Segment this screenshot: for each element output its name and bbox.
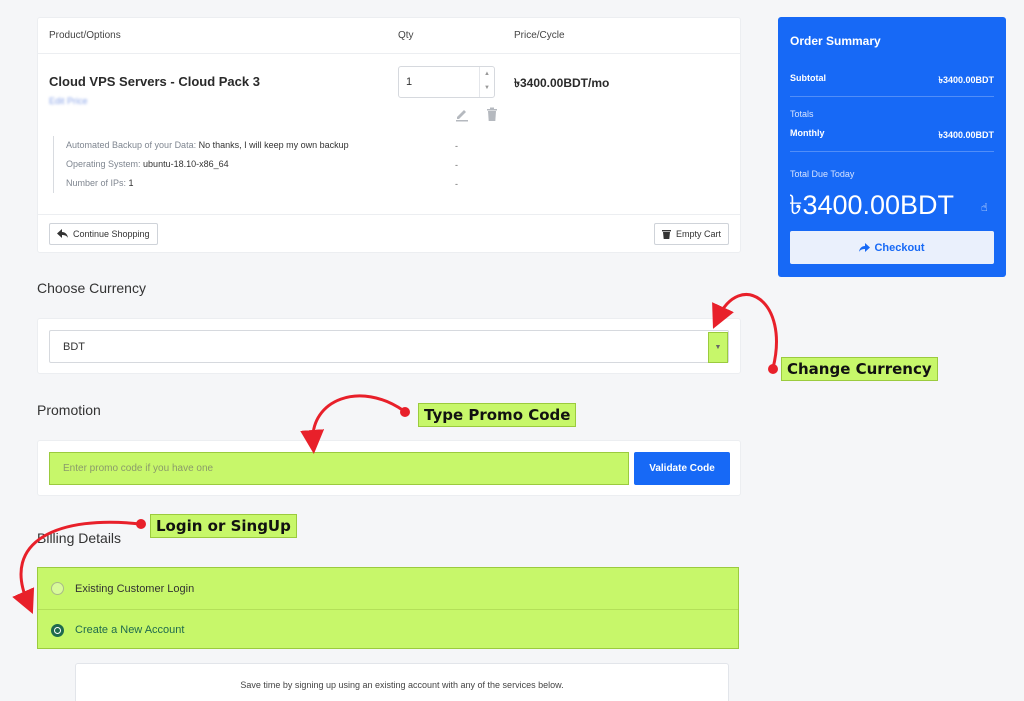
change-currency-callout: Change Currency (781, 357, 938, 381)
currency-title: Choose Currency (37, 280, 146, 296)
forward-arrow-icon (859, 242, 871, 252)
quantity-stepper[interactable]: ▲ ▼ (479, 67, 494, 97)
subtotal-label: Subtotal (790, 73, 826, 83)
total-due-value: ৳3400.00BDT (789, 190, 955, 220)
login-arrow-dot (136, 519, 146, 529)
trash-icon (661, 230, 671, 239)
promo-arrow (300, 394, 405, 454)
back-arrow-icon (57, 229, 68, 238)
promo-placeholder: Enter promo code if you have one (63, 463, 214, 474)
new-account-option[interactable]: Create a New Account (38, 609, 738, 650)
currency-select[interactable]: BDT ▼ (49, 330, 729, 363)
cart-table: Product/Options Qty Price/Cycle Cloud VP… (37, 17, 741, 253)
continue-shopping-label: Continue Shopping (73, 229, 150, 239)
divider (38, 214, 740, 215)
header-price: Price/Cycle (514, 30, 565, 41)
currency-value: BDT (63, 341, 85, 353)
subtotal-value: ৳3400.00BDT (938, 75, 994, 85)
promotion-card: Enter promo code if you have one Validat… (37, 440, 741, 496)
total-due-label: Total Due Today (790, 169, 855, 179)
header-product: Product/Options (49, 30, 121, 41)
monthly-label: Monthly (790, 128, 825, 138)
trash-icon[interactable] (484, 106, 500, 122)
header-qty: Qty (398, 30, 414, 41)
monthly-row: Monthly ৳3400.00BDT (790, 128, 994, 143)
promotion-title: Promotion (37, 402, 101, 418)
product-name: Cloud VPS Servers - Cloud Pack 3 (49, 74, 260, 89)
promo-arrow-dot (400, 407, 410, 417)
radio-button[interactable] (51, 582, 64, 595)
billing-options: Existing Customer Login Create a New Acc… (37, 567, 739, 649)
product-subtitle[interactable]: Edit Price (49, 96, 88, 106)
social-signup-text: Save time by signing up using an existin… (240, 680, 564, 690)
promo-callout: Type Promo Code (418, 403, 577, 427)
social-signup-box: Save time by signing up using an existin… (75, 663, 729, 701)
validate-code-button[interactable]: Validate Code (634, 452, 730, 485)
order-summary-title: Order Summary (790, 34, 881, 48)
hand-icon: ☝ (981, 202, 988, 214)
checkout-button[interactable]: Checkout (790, 231, 994, 264)
radio-button-selected[interactable] (51, 623, 64, 637)
continue-shopping-button[interactable]: Continue Shopping (49, 223, 158, 245)
new-account-label: Create a New Account (75, 624, 185, 636)
option-qty: - (455, 141, 458, 151)
edit-icon[interactable] (454, 106, 470, 122)
billing-title: Billing Details (37, 530, 122, 546)
existing-customer-label: Existing Customer Login (75, 582, 195, 595)
product-price: ৳3400.00BDT/mo (514, 76, 610, 90)
option-qty: - (455, 179, 458, 189)
subtotal-row: Subtotal ৳3400.00BDT (790, 73, 994, 88)
divider (790, 96, 994, 97)
chevron-down-icon[interactable]: ▼ (708, 332, 728, 363)
product-options: Automated Backup of your Data: No thanks… (53, 136, 349, 193)
quantity-input[interactable]: 1 ▲ ▼ (398, 66, 495, 98)
option-qty: - (455, 160, 458, 170)
currency-arrow-dot (768, 364, 778, 374)
quantity-value: 1 (406, 76, 413, 88)
empty-cart-button[interactable]: Empty Cart (653, 223, 729, 245)
divider (790, 151, 994, 152)
empty-cart-label: Empty Cart (675, 229, 721, 239)
totals-label: Totals (790, 109, 814, 119)
login-callout: Login or SingUp (150, 514, 297, 538)
divider (38, 53, 740, 54)
existing-customer-option[interactable]: Existing Customer Login (38, 568, 738, 609)
option-row: Automated Backup of your Data: No thanks… (66, 140, 349, 150)
currency-card: BDT ▼ (37, 318, 741, 374)
promo-code-input[interactable]: Enter promo code if you have one (49, 452, 629, 485)
order-summary: Order Summary Subtotal ৳3400.00BDT Total… (778, 17, 1006, 277)
checkout-label: Checkout (874, 241, 925, 254)
option-row: Number of IPs: 1 (66, 178, 134, 188)
option-row: Operating System: ubuntu-18.10-x86_64 (66, 159, 229, 169)
monthly-value: ৳3400.00BDT (938, 130, 994, 140)
